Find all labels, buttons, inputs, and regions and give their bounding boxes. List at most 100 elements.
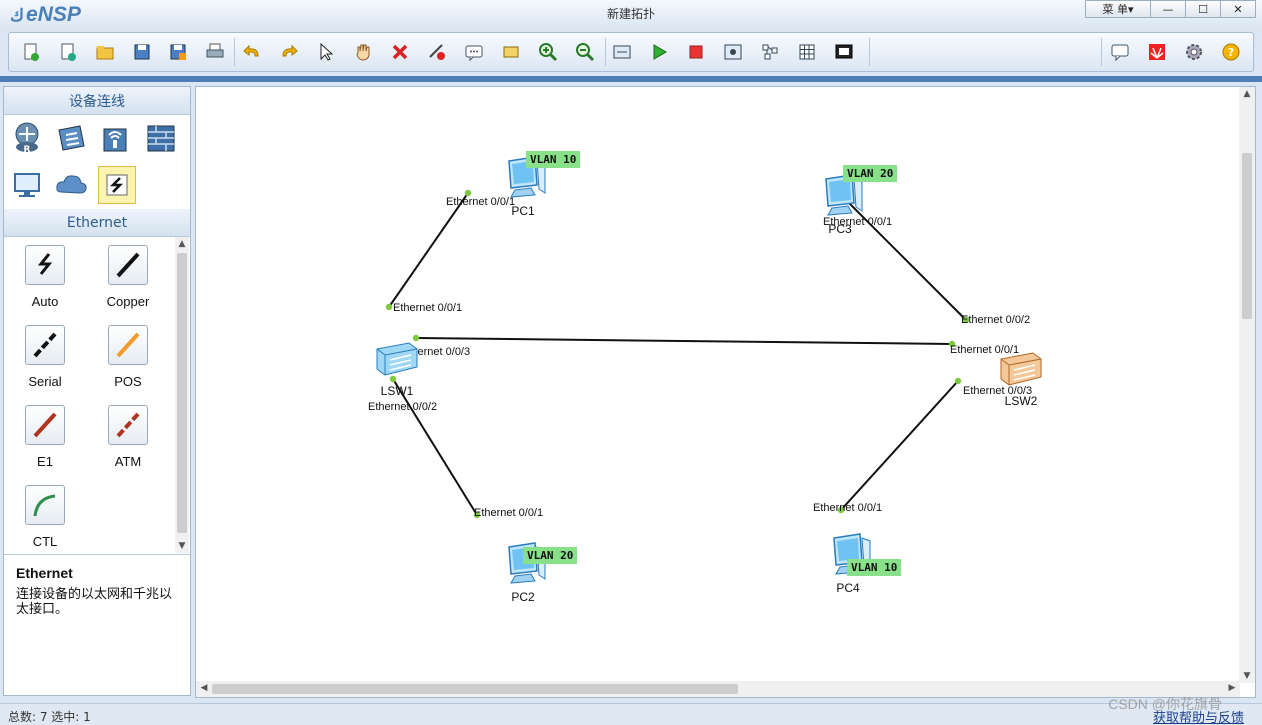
- topology-canvas[interactable]: ▲ ▼ ◀ ▶ Ethernet 0/0/1 Ethernet 0/0/1 Ethe…: [195, 86, 1256, 698]
- maximize-button[interactable]: ☐: [1185, 0, 1221, 18]
- fit-icon[interactable]: [610, 40, 634, 64]
- link-lsw1-pc1[interactable]: [388, 192, 469, 308]
- delete-icon[interactable]: [388, 40, 412, 64]
- pc-node[interactable]: PC3: [810, 173, 870, 236]
- toolbar-divider: [234, 38, 235, 66]
- undo-icon[interactable]: [240, 40, 264, 64]
- cable-ctl[interactable]: CTL: [15, 485, 75, 549]
- cable-atm[interactable]: ATM: [98, 405, 158, 469]
- new-lab-icon[interactable]: [56, 40, 80, 64]
- pc-icon[interactable]: [8, 166, 46, 204]
- device-grid: R: [4, 115, 190, 209]
- scroll-down-icon[interactable]: ▼: [175, 541, 189, 551]
- cable-label: CTL: [32, 534, 58, 549]
- canvas-hscroll-thumb[interactable]: [212, 684, 738, 694]
- toolbar: ?: [8, 32, 1254, 72]
- canvas-scroll-right-icon[interactable]: ▶: [1226, 683, 1238, 693]
- canvas-scroll-down-icon[interactable]: ▼: [1239, 671, 1255, 681]
- close-button[interactable]: ✕: [1220, 0, 1256, 18]
- delete-link-icon[interactable]: [425, 40, 449, 64]
- print-icon[interactable]: [203, 40, 227, 64]
- router-icon[interactable]: R: [8, 119, 46, 157]
- vlan-tag[interactable]: VLAN 20: [523, 547, 578, 564]
- cable-copper[interactable]: Copper: [98, 245, 158, 309]
- vlan-tag[interactable]: VLAN 10: [847, 559, 902, 576]
- topology-links: [385, 189, 970, 519]
- link-lsw1-lsw2[interactable]: [415, 337, 953, 345]
- chat-icon[interactable]: [1108, 40, 1132, 64]
- port-status-dot: [954, 377, 962, 385]
- link-lsw1-pc2[interactable]: [392, 378, 478, 516]
- cable-list-scrollbar[interactable]: ▲ ▼: [175, 237, 189, 553]
- save-icon[interactable]: [130, 40, 154, 64]
- menu-label: 菜 单: [1102, 3, 1128, 16]
- vlan-tag[interactable]: VLAN 10: [526, 151, 581, 168]
- zoom-in-icon[interactable]: [536, 40, 560, 64]
- cable-section-title: Ethernet: [4, 209, 190, 237]
- node-label: PC3: [828, 222, 852, 236]
- title-bar: ﻙeNSP 新建拓扑 菜 单 ▾ — ☐ ✕: [0, 0, 1262, 28]
- node-label: PC2: [511, 590, 535, 604]
- cable-auto-icon: [25, 245, 65, 285]
- wireless-icon[interactable]: [96, 119, 134, 157]
- switch-icon[interactable]: [52, 119, 90, 157]
- zoom-out-icon[interactable]: [573, 40, 597, 64]
- text-note-icon[interactable]: [462, 40, 486, 64]
- port-label: Ethernet 0/0/1: [813, 502, 883, 514]
- cable-serial-icon: [25, 325, 65, 365]
- canvas-vscroll-thumb[interactable]: [1242, 153, 1252, 319]
- huawei-icon[interactable]: [1145, 40, 1169, 64]
- watermark: CSDN @你花旗骨: [1108, 696, 1222, 712]
- cable-copper-icon: [108, 245, 148, 285]
- canvas-horizontal-scrollbar[interactable]: ◀ ▶: [196, 681, 1240, 697]
- node-label: LSW1: [380, 384, 414, 398]
- scroll-up-icon[interactable]: ▲: [175, 239, 189, 249]
- firewall-icon[interactable]: [142, 119, 180, 157]
- cable-auto[interactable]: Auto: [15, 245, 75, 309]
- rectangle-icon[interactable]: [499, 40, 523, 64]
- description-title: Ethernet: [16, 565, 73, 581]
- grid-icon[interactable]: [795, 40, 819, 64]
- settings-icon[interactable]: [1182, 40, 1206, 64]
- capture-icon[interactable]: [721, 40, 745, 64]
- node-label: PC1: [511, 204, 535, 218]
- canvas-vertical-scrollbar[interactable]: ▲ ▼: [1239, 87, 1255, 683]
- window-controls: 菜 单 ▾ — ☐ ✕: [1085, 0, 1256, 18]
- cloud-icon[interactable]: [52, 166, 90, 204]
- cable-label: Copper: [106, 294, 150, 309]
- connection-icon[interactable]: [98, 166, 136, 204]
- new-topology-icon[interactable]: [19, 40, 43, 64]
- cable-pos[interactable]: POS: [98, 325, 158, 389]
- topology-icon[interactable]: [758, 40, 782, 64]
- help-icon[interactable]: ?: [1219, 40, 1243, 64]
- node-label: LSW2: [1004, 394, 1038, 408]
- vlan-tag[interactable]: VLAN 20: [843, 165, 898, 182]
- canvas-scroll-left-icon[interactable]: ◀: [198, 683, 210, 693]
- svg-text:R: R: [24, 145, 31, 155]
- open-icon[interactable]: [93, 40, 117, 64]
- canvas-scroll-up-icon[interactable]: ▲: [1239, 89, 1255, 99]
- menu-button[interactable]: 菜 单 ▾: [1085, 0, 1151, 18]
- link-lsw2-pc4[interactable]: [840, 380, 959, 511]
- select-icon[interactable]: [314, 40, 338, 64]
- pan-hand-icon[interactable]: [351, 40, 375, 64]
- switch-node[interactable]: LSW2: [991, 349, 1051, 408]
- device-panel: 设备连线 R Ethernet ▲ ▼ Auto Copper Serial POS E…: [3, 86, 191, 696]
- port-label: Ethernet 0/0/1: [393, 302, 463, 314]
- toolbar-divider: [605, 38, 606, 66]
- stop-icon[interactable]: [684, 40, 708, 64]
- cable-pos-icon: [108, 325, 148, 365]
- switch-node[interactable]: LSW1: [367, 339, 427, 398]
- save-as-icon[interactable]: [166, 40, 190, 64]
- minimize-button[interactable]: —: [1150, 0, 1186, 18]
- cable-list-scroll-thumb[interactable]: [177, 253, 187, 533]
- port-status-dot: [385, 303, 393, 311]
- port-label: Ethernet 0/0/1: [474, 507, 544, 519]
- cable-serial[interactable]: Serial: [15, 325, 75, 389]
- redo-icon[interactable]: [277, 40, 301, 64]
- screenshot-icon[interactable]: [832, 40, 856, 64]
- cable-e1[interactable]: E1: [15, 405, 75, 469]
- start-icon[interactable]: [647, 40, 671, 64]
- description-body: 连接设备的以太网和千兆以太接口。: [16, 587, 173, 617]
- cable-e1-icon: [25, 405, 65, 445]
